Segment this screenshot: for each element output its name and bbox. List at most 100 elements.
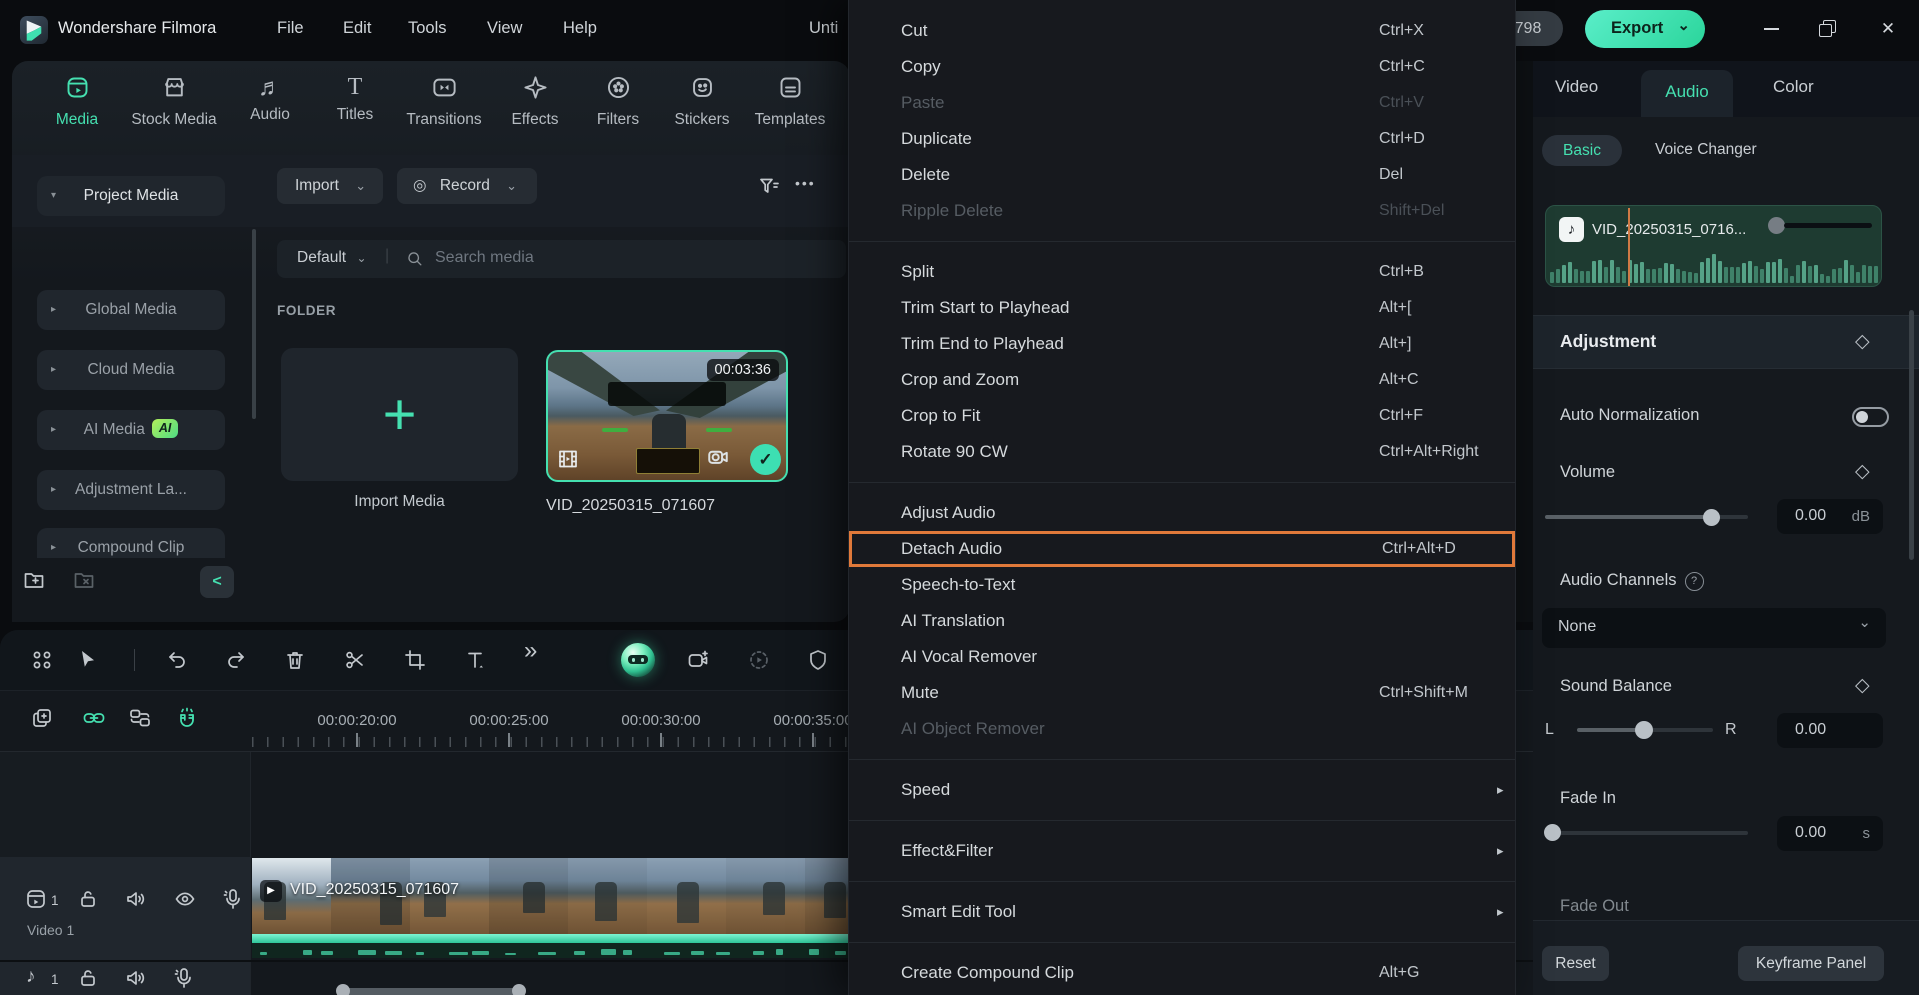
tab-templates[interactable]: Templates xyxy=(735,74,845,129)
menu-file[interactable]: File xyxy=(277,19,304,38)
help-question-icon[interactable]: ? xyxy=(1684,572,1704,591)
mute-speaker-icon[interactable] xyxy=(124,966,148,990)
menu-item-duplicate[interactable]: Duplicate Ctrl+D xyxy=(849,121,1515,157)
layout-grid-icon[interactable] xyxy=(30,648,54,672)
menu-item-effect-filter[interactable]: Effect&Filter ▸ xyxy=(849,833,1515,869)
menu-item-copy[interactable]: Copy Ctrl+C xyxy=(849,49,1515,85)
keyframe-diamond-icon[interactable]: ◇ xyxy=(1855,330,1870,353)
delete-folder-icon[interactable] xyxy=(72,568,96,592)
lock-icon[interactable] xyxy=(76,966,100,990)
new-folder-icon[interactable] xyxy=(22,568,46,592)
clip-slider-knob[interactable] xyxy=(1768,217,1785,234)
menu-view[interactable]: View xyxy=(487,19,522,38)
export-button[interactable]: Export ⌄ xyxy=(1585,10,1705,48)
link-icon[interactable] xyxy=(82,706,106,730)
menu-item-ai-translation[interactable]: AI Translation xyxy=(849,603,1515,639)
tab-video[interactable]: Video xyxy=(1555,77,1598,97)
filter-icon[interactable] xyxy=(757,174,781,198)
lock-icon[interactable] xyxy=(76,887,100,911)
menu-item-delete[interactable]: Delete Del xyxy=(849,157,1515,193)
magnet-snap-icon[interactable] xyxy=(175,706,199,730)
shield-icon[interactable] xyxy=(806,648,830,672)
keyframe-diamond-icon[interactable]: ◇ xyxy=(1855,460,1870,483)
record-button[interactable]: ◎ Record ⌄ xyxy=(397,168,537,204)
voiceover-mic-icon[interactable] xyxy=(221,887,245,911)
menu-item-speech-to-text[interactable]: Speech-to-Text xyxy=(849,567,1515,603)
add-text-icon[interactable] xyxy=(463,648,487,672)
reset-button[interactable]: Reset xyxy=(1542,946,1609,981)
timeline-horizontal-scrollbar[interactable] xyxy=(336,984,526,995)
media-clip-thumbnail[interactable]: 00:03:36 ✓ xyxy=(546,350,788,482)
redo-icon[interactable] xyxy=(225,648,249,672)
menu-edit[interactable]: Edit xyxy=(343,19,371,38)
mute-speaker-icon[interactable] xyxy=(124,887,148,911)
volume-value-box[interactable]: 0.00 dB xyxy=(1777,499,1883,534)
sidebar-item-ai-media[interactable]: ▸ AI Media AI xyxy=(37,410,225,450)
import-button[interactable]: Import ⌄ xyxy=(277,168,383,204)
import-media-tile[interactable]: + xyxy=(281,348,518,481)
tab-color[interactable]: Color xyxy=(1773,77,1814,97)
add-marker-icon[interactable] xyxy=(30,706,54,730)
tab-audio[interactable]: Audio xyxy=(1641,70,1733,117)
preview-render-icon[interactable] xyxy=(747,648,771,672)
restore-button[interactable] xyxy=(1811,12,1847,46)
collapse-sidebar-button[interactable]: < xyxy=(200,566,234,598)
minimize-button[interactable] xyxy=(1753,12,1789,46)
more-options-icon[interactable]: ••• xyxy=(795,175,816,191)
keyframe-diamond-icon[interactable]: ◇ xyxy=(1855,674,1870,697)
fade-in-value-box[interactable]: 0.00 s xyxy=(1777,816,1883,851)
menu-item-split[interactable]: Split Ctrl+B xyxy=(849,254,1515,290)
menu-tools[interactable]: Tools xyxy=(408,19,447,38)
properties-scrollbar[interactable] xyxy=(1909,310,1914,560)
fade-in-slider[interactable] xyxy=(1545,831,1748,835)
search-bar[interactable]: Default ⌄ | Search media xyxy=(277,240,846,278)
menu-item-speed[interactable]: Speed ▸ xyxy=(849,772,1515,808)
menu-item-mute[interactable]: Mute Ctrl+Shift+M xyxy=(849,675,1515,711)
sidebar-item-project-media[interactable]: ▾ Project Media xyxy=(37,176,225,216)
select-cursor-icon[interactable] xyxy=(77,648,101,672)
keyframe-panel-button[interactable]: Keyframe Panel xyxy=(1738,946,1884,981)
ai-assistant-icon[interactable] xyxy=(621,643,655,677)
auto-normalization-toggle[interactable] xyxy=(1852,407,1889,427)
split-scissors-icon[interactable] xyxy=(343,648,367,672)
undo-icon[interactable] xyxy=(164,648,188,672)
unlink-icon[interactable] xyxy=(128,706,152,730)
menu-help[interactable]: Help xyxy=(563,19,597,38)
audio-clip-card[interactable]: ♪ VID_20250315_0716... xyxy=(1545,205,1882,287)
more-tools-icon[interactable]: » xyxy=(524,637,537,665)
menu-item-adjust-audio[interactable]: Adjust Audio xyxy=(849,495,1515,531)
voiceover-mic-icon[interactable] xyxy=(172,966,196,990)
sidebar-item-global-media[interactable]: ▸ Global Media xyxy=(37,290,225,330)
crop-icon[interactable] xyxy=(403,648,427,672)
sidebar-scrollbar[interactable] xyxy=(252,229,256,419)
fade-in-slider-knob[interactable] xyxy=(1544,824,1561,841)
volume-slider-knob[interactable] xyxy=(1703,509,1720,526)
menu-item-crop-to-fit[interactable]: Crop to Fit Ctrl+F xyxy=(849,398,1515,434)
balance-value-box[interactable]: 0.00 xyxy=(1777,713,1883,748)
delete-icon[interactable] xyxy=(283,648,307,672)
tab-media[interactable]: Media xyxy=(22,74,132,129)
menu-item-ai-vocal-remover[interactable]: AI Vocal Remover xyxy=(849,639,1515,675)
audio-channels-dropdown[interactable]: None ⌄ xyxy=(1542,608,1886,648)
collapsed-arrow-icon: ▸ xyxy=(51,424,57,435)
menu-item-create-compound-clip[interactable]: Create Compound Clip Alt+G xyxy=(849,955,1515,991)
menu-item-crop-and-zoom[interactable]: Crop and Zoom Alt+C xyxy=(849,362,1515,398)
sidebar-item-adjustment-la-[interactable]: ▸ Adjustment La... xyxy=(37,470,225,510)
menu-item-detach-audio[interactable]: Detach Audio Ctrl+Alt+D xyxy=(849,531,1515,567)
subtab-voice-changer[interactable]: Voice Changer xyxy=(1655,141,1757,159)
menu-item-trim-start-to-playhead[interactable]: Trim Start to Playhead Alt+[ xyxy=(849,290,1515,326)
menu-item-smart-edit-tool[interactable]: Smart Edit Tool ▸ xyxy=(849,894,1515,930)
tab-stock-media[interactable]: Stock Media xyxy=(119,74,229,129)
sidebar-item-cloud-media[interactable]: ▸ Cloud Media xyxy=(37,350,225,390)
adjustment-section-header[interactable]: Adjustment ◇ xyxy=(1533,315,1919,369)
ai-camera-icon[interactable] xyxy=(686,648,710,672)
menu-item-cut[interactable]: Cut Ctrl+X xyxy=(849,13,1515,49)
eye-icon[interactable] xyxy=(173,887,197,911)
menu-item-rotate-90-cw[interactable]: Rotate 90 CW Ctrl+Alt+Right xyxy=(849,434,1515,470)
search-input[interactable]: Search media xyxy=(435,249,534,267)
subtab-basic[interactable]: Basic xyxy=(1542,135,1622,166)
menu-item-trim-end-to-playhead[interactable]: Trim End to Playhead Alt+] xyxy=(849,326,1515,362)
balance-slider-knob[interactable] xyxy=(1635,721,1653,739)
sort-dropdown[interactable]: Default ⌄ xyxy=(297,249,367,267)
close-button[interactable]: ✕ xyxy=(1870,12,1906,46)
